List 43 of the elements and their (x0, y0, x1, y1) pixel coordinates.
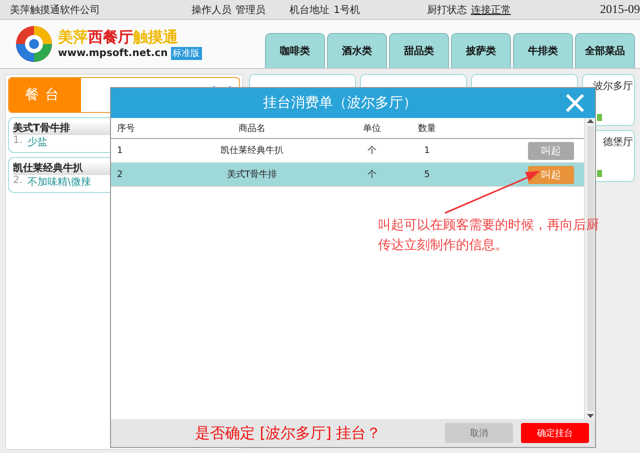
table-card-name: 德堡厅 (603, 136, 633, 149)
cancel-button[interactable]: 取消 (445, 423, 513, 443)
close-icon[interactable] (565, 93, 585, 113)
dialog-title: 挂台消费单（波尔多厅） (263, 94, 418, 112)
column-header: 数量 (417, 122, 437, 134)
operator-value: 管理员 (235, 4, 266, 16)
note-index: 1. (13, 135, 23, 148)
logo-title: 美萍西餐厅触摸通 (58, 28, 179, 47)
category-tab[interactable]: 甜品类 (389, 33, 449, 68)
category-tab[interactable]: 咖啡类 (265, 33, 325, 68)
note-index: 2. (13, 175, 23, 188)
operator-label: 操作人员 (191, 4, 232, 16)
table-cell-text: 个 (366, 144, 378, 157)
terminal-label: 机台地址 (290, 4, 330, 16)
annotation-text: 叫起可以在顾客需要的时候，再向后厨传达立刻制作的信息。 (378, 217, 600, 255)
dish-note: 不加味精\微辣 (28, 176, 91, 189)
category-tab[interactable]: 牛排类 (513, 33, 573, 68)
column-header: 序号 (116, 122, 136, 134)
terminal-value: 1号机 (334, 4, 360, 16)
status-mark (597, 114, 602, 121)
table-row[interactable]: 2 美式T骨牛排 个 5 叫起 (111, 163, 584, 187)
table-cell-text: 凯仕莱经典牛扒 (220, 144, 284, 157)
table-label: 餐台 (9, 78, 81, 112)
logo-icon (14, 24, 54, 64)
table-cell-text: 1 (116, 146, 124, 156)
date-text: 2015-09 (600, 2, 640, 17)
category-tab[interactable]: 披萨类 (451, 33, 511, 68)
column-header: 商品名 (238, 122, 266, 134)
logo-url: www.mpsoft.net.cn (58, 48, 168, 59)
table-cell-text: 1 (423, 146, 431, 156)
kitchen-status-value: 连接正常 (470, 4, 511, 16)
table-cell-text: 5 (423, 170, 431, 180)
company-name: 美萍触摸通软件公司 (10, 4, 101, 16)
dish-note: 少盐 (28, 136, 48, 149)
category-tab[interactable]: 全部菜品 (575, 33, 635, 68)
category-tab[interactable]: 酒水类 (327, 33, 387, 68)
confirm-button[interactable]: 确定挂台 (521, 423, 589, 443)
table-cell-text: 个 (366, 168, 378, 181)
edition-badge: 标准版 (170, 47, 202, 60)
status-mark (597, 170, 602, 177)
kitchen-status-label: 厨打状态 (426, 4, 467, 16)
confirm-question: 是否确定 [波尔多厅] 挂台？ (195, 424, 382, 442)
column-header: 单位 (362, 122, 382, 134)
